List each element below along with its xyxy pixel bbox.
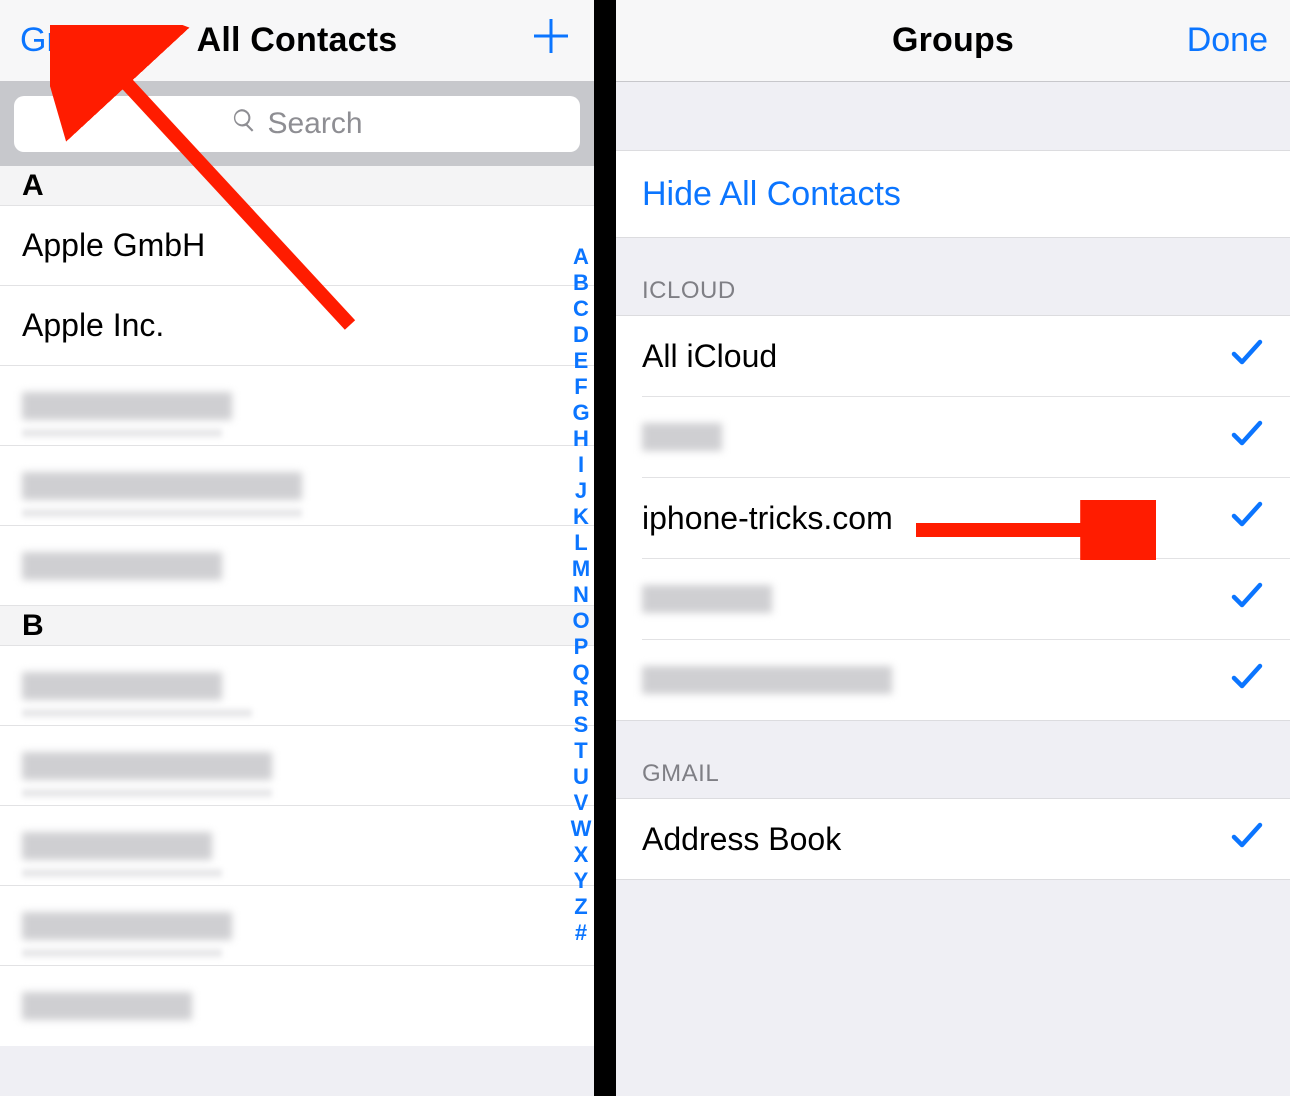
contact-row[interactable] bbox=[0, 806, 594, 886]
search-placeholder: Search bbox=[267, 107, 362, 141]
checkmark-icon bbox=[1230, 335, 1264, 377]
group-row-all-icloud[interactable]: All iCloud bbox=[616, 316, 1290, 396]
groups-nav-button[interactable]: Groups bbox=[20, 0, 132, 81]
page-title: All Contacts bbox=[197, 21, 398, 60]
spacer bbox=[616, 880, 1290, 1096]
done-button[interactable]: Done bbox=[1187, 0, 1268, 81]
section-header-b: B bbox=[0, 606, 594, 646]
hide-all-contacts-button[interactable]: Hide All Contacts bbox=[616, 150, 1290, 238]
contact-row[interactable] bbox=[0, 966, 594, 1046]
checkmark-icon bbox=[1230, 416, 1264, 458]
group-row[interactable] bbox=[616, 397, 1290, 477]
section-header-gmail: GMAIL bbox=[616, 721, 1290, 799]
navbar: Groups Done bbox=[616, 0, 1290, 82]
contact-row[interactable] bbox=[0, 726, 594, 806]
contact-name: Apple GmbH bbox=[22, 227, 205, 264]
spacer bbox=[616, 82, 1290, 150]
group-label: iphone-tricks.com bbox=[642, 500, 893, 537]
contact-name: Apple Inc. bbox=[22, 307, 164, 344]
icloud-group-list: All iCloud iphone-tricks.com bbox=[616, 316, 1290, 721]
contact-row[interactable] bbox=[0, 886, 594, 966]
search-icon bbox=[231, 107, 267, 141]
gmail-group-list: Address Book bbox=[616, 799, 1290, 880]
groups-screen: Groups Done Hide All Contacts ICLOUD All… bbox=[616, 0, 1290, 1096]
screens-divider bbox=[594, 0, 616, 1096]
contact-row[interactable] bbox=[0, 526, 594, 606]
group-label: All iCloud bbox=[642, 338, 777, 375]
contacts-list[interactable]: A Apple GmbH Apple Inc. B bbox=[0, 166, 594, 1046]
group-row-iphone-tricks[interactable]: iphone-tricks.com bbox=[616, 478, 1290, 558]
contact-row[interactable]: Apple Inc. bbox=[0, 286, 594, 366]
checkmark-icon bbox=[1230, 497, 1264, 539]
search-bar: Search bbox=[0, 82, 594, 166]
group-row-address-book[interactable]: Address Book bbox=[616, 799, 1290, 879]
checkmark-icon bbox=[1230, 578, 1264, 620]
checkmark-icon bbox=[1230, 659, 1264, 701]
checkmark-icon bbox=[1230, 818, 1264, 860]
contacts-screen: Groups All Contacts Search A Apple GmbH bbox=[0, 0, 594, 1096]
navbar: Groups All Contacts bbox=[0, 0, 594, 82]
add-contact-button[interactable] bbox=[530, 0, 572, 81]
page-title: Groups bbox=[892, 21, 1014, 60]
search-input[interactable]: Search bbox=[14, 96, 580, 152]
alphabet-index[interactable]: ABC DEF GHI JKL MNO PQR STU VWX YZ# bbox=[568, 244, 594, 946]
plus-icon bbox=[530, 15, 572, 66]
section-header-icloud: ICLOUD bbox=[616, 238, 1290, 316]
group-label: Address Book bbox=[642, 821, 841, 858]
contact-row[interactable] bbox=[0, 446, 594, 526]
contact-row[interactable] bbox=[0, 366, 594, 446]
contact-row[interactable] bbox=[0, 646, 594, 726]
contact-row[interactable]: Apple GmbH bbox=[0, 206, 594, 286]
section-header-a: A bbox=[0, 166, 594, 206]
group-row[interactable] bbox=[616, 559, 1290, 639]
group-row[interactable] bbox=[616, 640, 1290, 720]
